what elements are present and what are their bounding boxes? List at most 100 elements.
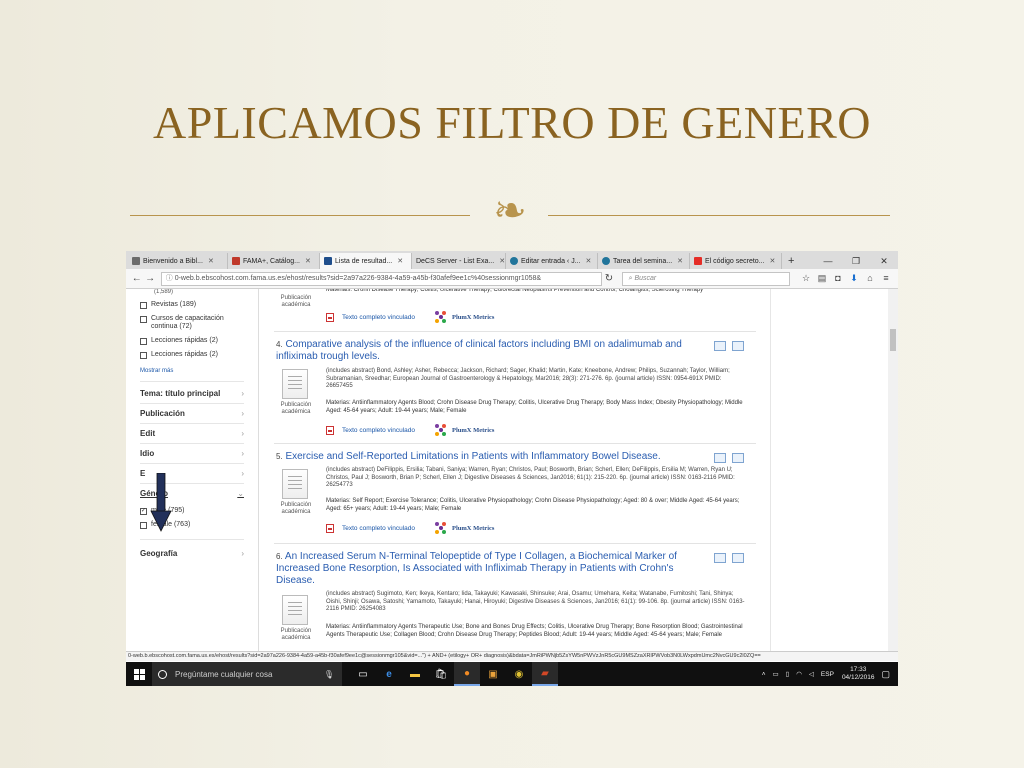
- forward-icon[interactable]: →: [143, 273, 156, 284]
- checkbox-checked[interactable]: ✓: [140, 508, 147, 515]
- result-title-text: Comparative analysis of the influence of…: [276, 339, 682, 362]
- result-title[interactable]: 4. Comparative analysis of the influence…: [276, 339, 706, 363]
- reload-icon[interactable]: ↻: [602, 273, 615, 284]
- new-tab-button[interactable]: +: [782, 253, 800, 269]
- url-bar[interactable]: ⓘ 0-web.b.ebscohost.com.fama.us.es/ehost…: [160, 271, 603, 286]
- close-icon[interactable]: ✕: [586, 257, 592, 265]
- search-input[interactable]: ⌕ Buscar: [621, 271, 791, 286]
- facet-cursos[interactable]: Cursos de capacitación continua (72): [140, 315, 236, 331]
- plumx-icon: [435, 424, 447, 436]
- tab-label: Bienvenido a Bibl...: [143, 257, 203, 265]
- tab-lista-resultados[interactable]: Lista de resultad... ✕: [320, 253, 412, 269]
- source-count-top: (1,589): [154, 289, 174, 295]
- close-icon[interactable]: ✕: [208, 257, 214, 265]
- plumx-link[interactable]: PlumX Metrics: [435, 311, 494, 323]
- scrollbar-thumb[interactable]: [890, 329, 896, 351]
- tab-bienvenido[interactable]: Bienvenido a Bibl... ✕: [128, 253, 228, 269]
- facet-lecciones-1[interactable]: Lecciones rápidas (2): [140, 337, 218, 345]
- chrome-icon[interactable]: ◉: [506, 662, 532, 686]
- checkbox[interactable]: [140, 316, 147, 323]
- pocket-icon[interactable]: ◘: [830, 273, 846, 284]
- tab-codigo-secreto[interactable]: El código secreto... ✕: [690, 253, 782, 269]
- tab-label: DeCS Server - List Exa...: [416, 257, 495, 265]
- store-icon[interactable]: 🛍: [428, 662, 454, 686]
- minimize-icon[interactable]: —: [814, 253, 842, 269]
- tab-decs[interactable]: DeCS Server - List Exa... ✕: [412, 253, 506, 269]
- close-icon[interactable]: ✕: [305, 257, 311, 265]
- checkbox[interactable]: [140, 338, 147, 345]
- facet-geografia[interactable]: Geografía ›: [140, 549, 244, 558]
- firefox-icon[interactable]: ●: [454, 662, 480, 686]
- preview-icon[interactable]: [714, 453, 726, 463]
- result-title[interactable]: 5. Exercise and Self-Reported Limitation…: [276, 451, 706, 463]
- taskbar-search[interactable]: Pregúntame cualquier cosa 🎙: [152, 662, 342, 686]
- tab-editar-entrada[interactable]: Editar entrada ‹ J... ✕: [506, 253, 598, 269]
- home-icon[interactable]: ⌂: [862, 273, 878, 284]
- fulltext-link[interactable]: Texto completo vinculado: [342, 427, 415, 434]
- file-explorer-icon[interactable]: ▬: [402, 662, 428, 686]
- maximize-icon[interactable]: ❐: [842, 253, 870, 269]
- microphone-icon[interactable]: 🎙: [324, 670, 334, 679]
- menu-icon[interactable]: ≡: [878, 273, 894, 284]
- preview-icon[interactable]: [714, 341, 726, 351]
- battery-icon[interactable]: ▯: [786, 670, 790, 678]
- close-icon[interactable]: ✕: [770, 257, 776, 265]
- result-actions: [714, 553, 750, 563]
- photos-icon[interactable]: ▣: [480, 662, 506, 686]
- facet-idioma[interactable]: Idio ›: [140, 449, 244, 458]
- folder-icon[interactable]: [732, 553, 744, 563]
- publication-type: Publicación académica: [280, 402, 312, 415]
- folder-icon[interactable]: [732, 341, 744, 351]
- plumx-label: PlumX Metrics: [452, 313, 495, 321]
- close-icon[interactable]: ✕: [677, 257, 683, 265]
- tab-tarea-seminario[interactable]: Tarea del semina... ✕: [598, 253, 690, 269]
- task-view-icon[interactable]: ▭: [350, 662, 376, 686]
- facet-revistas[interactable]: Revistas (189): [140, 301, 196, 309]
- ornament-icon: ❧: [493, 188, 527, 234]
- network-icon[interactable]: ▭: [773, 670, 779, 678]
- toolbar-icons: ☆ ▤ ◘ ⬇ ⌂ ≡: [798, 273, 894, 284]
- checkbox[interactable]: [140, 352, 147, 359]
- result-meta: (includes abstract) DeFilippis, Ersilia;…: [326, 467, 735, 489]
- tab-fama[interactable]: FAMA+, Catálog... ✕: [228, 253, 320, 269]
- bookmark-star-icon[interactable]: ☆: [798, 273, 814, 284]
- facet-lecciones-2[interactable]: Lecciones rápidas (2): [140, 351, 218, 359]
- plumx-link[interactable]: PlumX Metrics: [435, 424, 494, 436]
- youtube-icon: [694, 257, 702, 265]
- notifications-icon[interactable]: ▢: [881, 669, 890, 680]
- language-indicator[interactable]: ESP: [821, 671, 834, 678]
- fulltext-link[interactable]: Texto completo vinculado: [342, 314, 415, 321]
- plumx-link[interactable]: PlumX Metrics: [435, 522, 494, 534]
- divider: [140, 403, 244, 404]
- checkbox[interactable]: [140, 302, 147, 309]
- facet-publicacion[interactable]: Publicación ›: [140, 409, 244, 418]
- wifi-icon[interactable]: ◠: [796, 670, 802, 678]
- chevron-right-icon: ›: [241, 469, 244, 478]
- plumx-icon: [435, 522, 447, 534]
- folder-icon[interactable]: [732, 453, 744, 463]
- download-icon[interactable]: ⬇: [846, 273, 862, 284]
- close-icon[interactable]: ✕: [397, 257, 403, 265]
- checkbox[interactable]: [140, 522, 147, 529]
- result-title[interactable]: 6. An Increased Serum N-Terminal Telopep…: [276, 551, 706, 587]
- url-text: 0-web.b.ebscohost.com.fama.us.es/ehost/r…: [174, 274, 542, 282]
- close-window-icon[interactable]: ✕: [870, 253, 898, 269]
- show-more-link[interactable]: Mostrar más: [140, 368, 173, 374]
- windows-start-icon[interactable]: [126, 662, 152, 686]
- volume-icon[interactable]: ◁: [809, 670, 814, 678]
- fulltext-link[interactable]: Texto completo vinculado: [342, 525, 415, 532]
- back-icon[interactable]: ←: [130, 273, 143, 284]
- chevron-up-icon[interactable]: ˄: [762, 671, 766, 678]
- preview-icon[interactable]: [714, 553, 726, 563]
- result-divider: [274, 443, 756, 444]
- facet-tema[interactable]: Tema: título principal ›: [140, 389, 244, 398]
- edge-icon[interactable]: e: [376, 662, 402, 686]
- powerpoint-icon[interactable]: ▰: [532, 662, 558, 686]
- clock[interactable]: 17:33 04/12/2016: [842, 666, 875, 682]
- facet-editor[interactable]: Edit ›: [140, 429, 244, 438]
- facet-heading: Tema: título principal: [140, 389, 221, 398]
- slide-title: APLICAMOS FILTRO DE GENERO: [153, 97, 871, 148]
- reading-list-icon[interactable]: ▤: [814, 273, 830, 284]
- result-meta: (includes abstract) Sugimoto, Ken; Ikeya…: [326, 591, 745, 613]
- close-icon[interactable]: ✕: [499, 257, 505, 265]
